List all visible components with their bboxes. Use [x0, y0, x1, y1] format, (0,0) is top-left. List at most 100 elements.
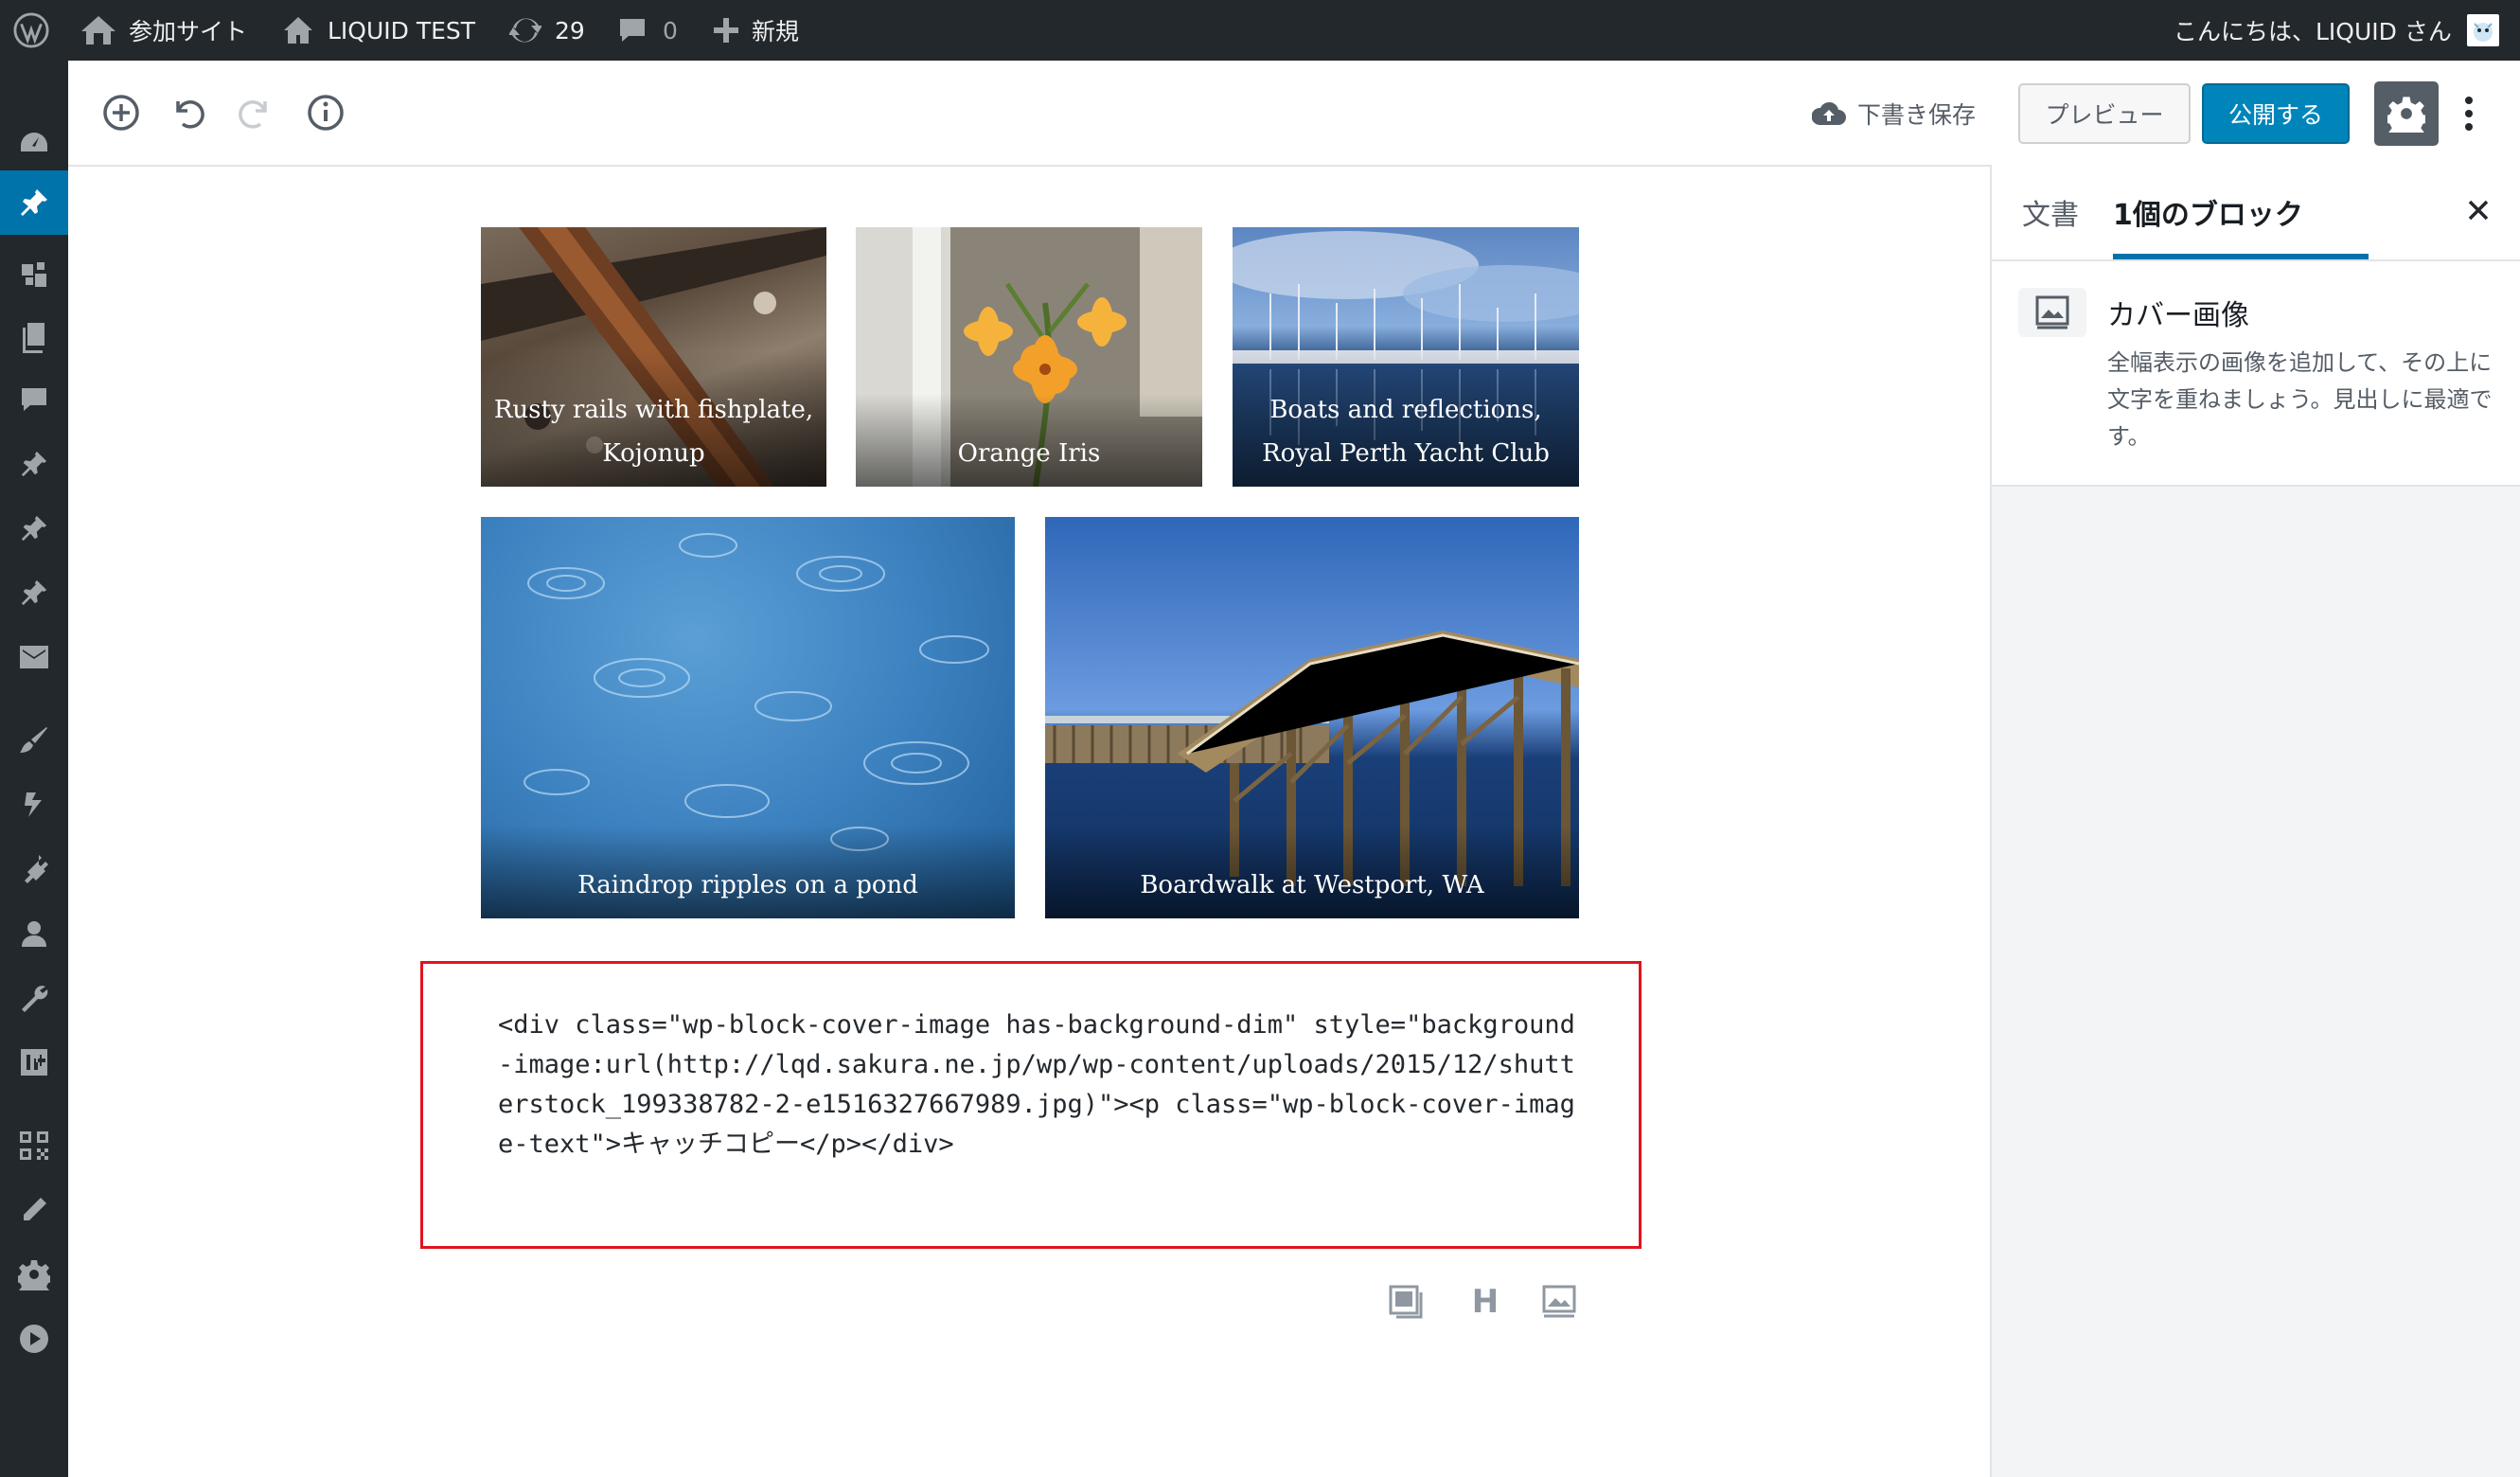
settings-button[interactable]	[2374, 81, 2439, 146]
close-sidebar-button[interactable]	[2459, 191, 2497, 229]
tab-block[interactable]: 1個のブロック	[2113, 191, 2303, 233]
preview-label: プレビュー	[2045, 101, 2164, 129]
pencil-icon	[24, 1198, 46, 1220]
dashboard-icon	[21, 133, 47, 151]
menu-settings[interactable]	[0, 1246, 68, 1303]
undo-icon	[176, 100, 204, 129]
menu-custom-post-1[interactable]	[0, 436, 68, 492]
close-icon	[2468, 200, 2489, 221]
menu-tools[interactable]	[0, 970, 68, 1026]
menu-media[interactable]	[0, 246, 68, 303]
content-info-button[interactable]	[299, 86, 352, 139]
pushpin-icon	[21, 515, 47, 542]
tab-document[interactable]: 文書	[2022, 191, 2079, 233]
admin-bar: 参加サイト LIQUID TEST 29 0 新規 こんにちは、LIQUID さ…	[0, 0, 2520, 61]
mail-icon	[20, 646, 48, 668]
html-code-block[interactable]: <div class="wp-block-cover-image has-bac…	[420, 961, 1642, 1249]
gallery-caption: Raindrop ripples on a pond	[481, 826, 1015, 918]
play-icon	[20, 1325, 48, 1353]
settings-sidebar: 文書 1個のブロック カバー画像 全幅表示の画像を追加して、その上に文字を重ねま…	[1990, 165, 2520, 1477]
code-text[interactable]: <div class="wp-block-cover-image has-bac…	[498, 1005, 1577, 1165]
new-label: 新規	[752, 18, 800, 45]
media-icon	[22, 262, 46, 287]
menu-contact[interactable]	[0, 629, 68, 685]
admin-menu	[0, 61, 68, 1477]
plus-icon	[714, 18, 738, 43]
cloud-upload-icon	[1812, 101, 1846, 125]
menu-qr[interactable]	[0, 1117, 68, 1174]
save-draft-button[interactable]: 下書き保存	[1806, 89, 1981, 138]
cover-image-block-icon	[2018, 288, 2086, 337]
gallery-item[interactable]: Raindrop ripples on a pond	[481, 517, 1015, 918]
menu-import[interactable]	[0, 1034, 68, 1091]
site-name-menu[interactable]: LIQUID TEST	[282, 0, 475, 61]
users-icon	[22, 921, 46, 947]
plugins-icon	[25, 855, 48, 883]
insert-cover-image-button[interactable]	[1537, 1280, 1581, 1324]
updates-icon	[509, 18, 541, 43]
my-account-menu[interactable]: こんにちは、LIQUID さん	[2174, 0, 2499, 61]
gallery-item[interactable]: Orange Iris	[856, 227, 1202, 487]
comments-icon	[22, 388, 46, 411]
wordpress-logo-icon[interactable]	[8, 0, 55, 61]
comments-count: 0	[663, 16, 678, 44]
pages-icon	[23, 323, 44, 353]
insert-gallery-button[interactable]	[1384, 1280, 1428, 1324]
insert-heading-button[interactable]: H	[1464, 1280, 1507, 1324]
menu-appearance[interactable]	[0, 712, 68, 769]
updates-menu[interactable]: 29	[509, 0, 585, 61]
gallery-item[interactable]: Boats and reflections, Royal Perth Yacht…	[1233, 227, 1579, 487]
cover-image-icon	[2035, 295, 2069, 329]
sidebar-tabs: 文書 1個のブロック	[1992, 165, 2520, 261]
gallery-caption: Boats and reflections, Royal Perth Yacht…	[1233, 350, 1579, 487]
publish-button[interactable]: 公開する	[2202, 83, 2350, 144]
gear-icon	[2387, 97, 2425, 133]
redo-button[interactable]	[229, 86, 282, 139]
gallery-caption: Orange Iris	[856, 394, 1202, 487]
menu-pages[interactable]	[0, 309, 68, 365]
block-card: カバー画像 全幅表示の画像を追加して、その上に文字を重ねましょう。見出しに最適で…	[1992, 261, 2520, 487]
menu-posts[interactable]	[0, 170, 68, 235]
block-title: カバー画像	[2107, 299, 2249, 332]
menu-edit[interactable]	[0, 1182, 68, 1238]
avatar	[2466, 14, 2499, 46]
gallery-item[interactable]: Boardwalk at Westport, WA	[1045, 517, 1579, 918]
info-icon	[308, 95, 344, 131]
settings-icon	[18, 1260, 50, 1290]
paintbrush-icon	[20, 727, 47, 753]
menu-custom-post-3[interactable]	[0, 564, 68, 621]
vertical-ellipsis-icon	[2465, 97, 2473, 131]
menu-custom[interactable]	[0, 776, 68, 833]
home-icon	[284, 17, 312, 44]
comments-menu[interactable]: 0	[617, 0, 678, 61]
publish-label: 公開する	[2227, 101, 2323, 129]
gallery-caption: Rusty rails with fishplate, Kojonup	[481, 350, 826, 487]
gallery-caption: Boardwalk at Westport, WA	[1045, 826, 1579, 918]
greeting-label: こんにちは、LIQUID さん	[2174, 18, 2452, 45]
import-icon	[21, 1049, 47, 1076]
menu-dashboard[interactable]	[0, 116, 68, 172]
redo-icon	[239, 100, 267, 129]
block-description: 全幅表示の画像を追加して、その上に文字を重ねましょう。見出しに最適です。	[2107, 349, 2493, 450]
wrench-icon	[22, 986, 48, 1012]
more-options-button[interactable]	[2452, 87, 2486, 140]
new-content-menu[interactable]: 新規	[714, 0, 799, 61]
menu-comments[interactable]	[0, 371, 68, 428]
undo-button[interactable]	[161, 86, 214, 139]
gallery-item[interactable]: Rusty rails with fishplate, Kojonup	[481, 227, 826, 487]
preview-button[interactable]: プレビュー	[2018, 83, 2191, 144]
my-sites-menu[interactable]: 参加サイト	[80, 0, 247, 61]
editor-header: 下書き保存 プレビュー 公開する	[68, 61, 2520, 167]
my-sites-label: 参加サイト	[129, 18, 248, 45]
menu-media-player[interactable]	[0, 1310, 68, 1367]
menu-custom-post-2[interactable]	[0, 500, 68, 557]
pushpin-icon	[21, 189, 47, 216]
menu-users[interactable]	[0, 905, 68, 962]
custom-icon	[25, 792, 42, 817]
add-block-button[interactable]	[95, 86, 148, 139]
heading-icon: H	[1471, 1283, 1500, 1321]
menu-plugins[interactable]	[0, 841, 68, 898]
pushpin-icon	[21, 579, 47, 606]
cover-image-icon	[1542, 1285, 1576, 1318]
updates-count: 29	[555, 16, 585, 44]
